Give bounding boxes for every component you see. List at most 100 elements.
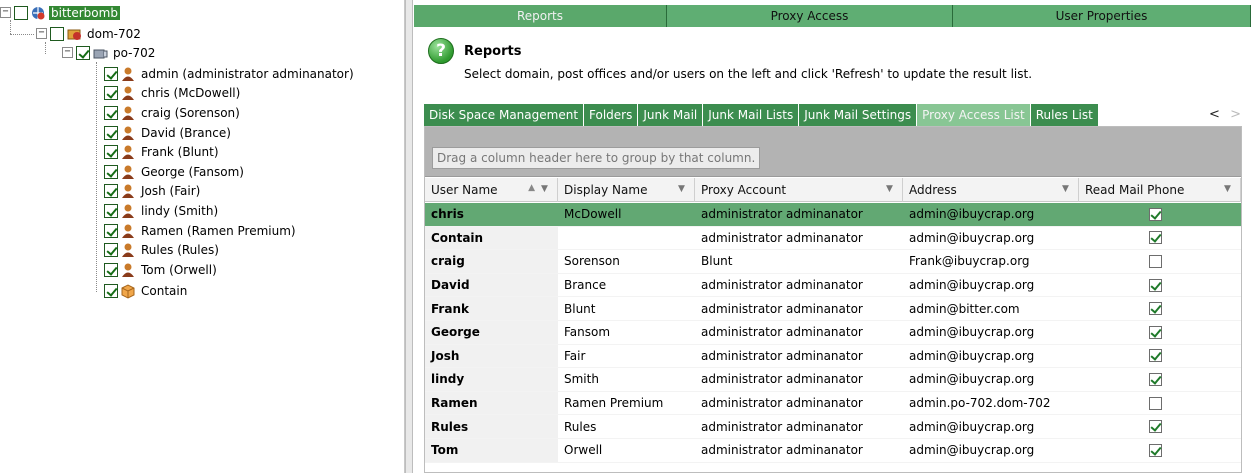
system-server-icon xyxy=(32,6,45,19)
cell-display-name: Orwell xyxy=(564,443,603,458)
tab-user-properties[interactable]: User Properties xyxy=(953,5,1251,27)
collapse-toggle[interactable]: − xyxy=(62,47,73,58)
tree-checkbox[interactable] xyxy=(104,183,118,198)
pane-splitter[interactable] xyxy=(405,0,413,473)
tree-checkbox[interactable] xyxy=(104,144,118,159)
table-row[interactable]: Frank Blunt administrator adminanator ad… xyxy=(425,297,1241,321)
tree-node-user[interactable]: David (Brance) xyxy=(104,123,233,142)
table-row[interactable]: chris McDowell administrator adminanator… xyxy=(425,203,1241,227)
cell-address: admin@bitter.com xyxy=(909,301,1020,316)
tree-checkbox[interactable] xyxy=(104,85,118,100)
tree-checkbox[interactable] xyxy=(104,125,118,140)
cell-user-name: Ramen xyxy=(425,391,558,415)
tree-checkbox[interactable] xyxy=(76,45,90,60)
table-row[interactable]: Rules Rules administrator adminanator ad… xyxy=(425,415,1241,439)
column-header-display-name[interactable]: Display Name ▼ xyxy=(558,178,695,202)
tree-node-user[interactable]: Frank (Blunt) xyxy=(104,142,221,161)
cell-user-name: Rules xyxy=(425,415,558,438)
collapse-toggle[interactable]: − xyxy=(0,7,11,18)
collapse-toggle[interactable]: − xyxy=(36,28,47,39)
read-mail-phone-checkbox[interactable] xyxy=(1148,372,1162,386)
tree-checkbox[interactable] xyxy=(104,223,118,238)
cell-proxy-account: administrator adminanator xyxy=(701,207,863,222)
filter-icon[interactable]: ▼ xyxy=(678,184,688,194)
tree-node-resource[interactable]: Contain xyxy=(104,281,189,300)
filter-icon[interactable]: ▼ xyxy=(1062,184,1072,194)
tab-junk-mail[interactable]: Junk Mail xyxy=(638,104,704,126)
tab-folders[interactable]: Folders xyxy=(584,104,639,126)
tab-disk-space-management[interactable]: Disk Space Management xyxy=(424,104,585,126)
tree-node-bitterbomb[interactable]: − bitterbomb xyxy=(0,3,120,22)
tab-reports[interactable]: Reports xyxy=(414,5,667,27)
read-mail-phone-checkbox[interactable] xyxy=(1148,278,1162,292)
tree-node-domain[interactable]: − dom-702 xyxy=(36,24,143,43)
tree-checkbox[interactable] xyxy=(104,242,118,257)
tab-proxy-access[interactable]: Proxy Access xyxy=(667,5,953,27)
tree-node-label: David (Brance) xyxy=(141,125,231,140)
tree-checkbox[interactable] xyxy=(104,164,118,179)
column-header-address[interactable]: Address ▼ xyxy=(903,178,1079,202)
column-header-read-mail-phone[interactable]: Read Mail Phone ▼ xyxy=(1079,178,1241,202)
tab-junk-mail-lists[interactable]: Junk Mail Lists xyxy=(703,104,800,126)
group-by-panel[interactable]: Drag a column header here to group by th… xyxy=(425,127,1241,177)
read-mail-phone-checkbox[interactable] xyxy=(1148,231,1162,245)
cell-display-name: Smith xyxy=(564,372,599,387)
read-mail-phone-checkbox[interactable] xyxy=(1148,443,1162,457)
tree-node-user[interactable]: Josh (Fair) xyxy=(104,181,202,200)
filter-icon[interactable]: ▼ xyxy=(541,184,551,194)
tree-node-label: po-702 xyxy=(113,45,156,60)
tree-checkbox[interactable] xyxy=(104,283,118,298)
tree-line xyxy=(10,20,11,34)
filter-icon[interactable]: ▼ xyxy=(1224,184,1234,194)
tree-node-label: George (Fansom) xyxy=(141,164,244,179)
read-mail-phone-checkbox[interactable] xyxy=(1148,254,1162,268)
tree-node-label: Tom (Orwell) xyxy=(141,262,217,277)
tree-node-user[interactable]: Tom (Orwell) xyxy=(104,260,219,279)
tree-node-user[interactable]: chris (McDowell) xyxy=(104,83,242,102)
column-header-user-name[interactable]: User Name ▲ ▼ xyxy=(425,178,558,202)
tree-node-user[interactable]: George (Fansom) xyxy=(104,162,246,181)
table-row[interactable]: Josh Fair administrator adminanator admi… xyxy=(425,344,1241,369)
cell-address: admin@ibuycrap.org xyxy=(909,419,1035,434)
table-row[interactable]: Ramen Ramen Premium administrator admina… xyxy=(425,391,1241,416)
tree-checkbox[interactable] xyxy=(104,105,118,120)
scroll-right-icon[interactable]: > xyxy=(1230,107,1241,122)
tab-proxy-access-list[interactable]: Proxy Access List xyxy=(917,104,1031,126)
table-row[interactable]: lindy Smith administrator adminanator ad… xyxy=(425,368,1241,392)
read-mail-phone-checkbox[interactable] xyxy=(1148,302,1162,316)
tree-node-postoffice[interactable]: − po-702 xyxy=(62,43,157,62)
read-mail-phone-checkbox[interactable] xyxy=(1148,396,1162,410)
read-mail-phone-checkbox[interactable] xyxy=(1148,207,1162,221)
cell-address: admin@ibuycrap.org xyxy=(909,230,1035,245)
tree-node-user[interactable]: admin (administrator adminanator) xyxy=(104,64,356,83)
tree-checkbox[interactable] xyxy=(14,5,28,20)
column-header-proxy-account[interactable]: Proxy Account ▼ xyxy=(695,178,903,202)
tree-checkbox[interactable] xyxy=(104,66,118,81)
tree-node-user[interactable]: craig (Sorenson) xyxy=(104,103,242,122)
tab-rules-list[interactable]: Rules List xyxy=(1030,104,1099,126)
tree-checkbox[interactable] xyxy=(50,26,64,41)
tree-node-user[interactable]: Ramen (Ramen Premium) xyxy=(104,221,298,240)
tree-checkbox[interactable] xyxy=(104,262,118,277)
cell-proxy-account: administrator adminanator xyxy=(701,443,863,458)
column-label: Address xyxy=(909,183,957,197)
page-description: Select domain, post offices and/or users… xyxy=(464,67,1033,81)
tab-junk-mail-settings[interactable]: Junk Mail Settings xyxy=(799,104,918,126)
read-mail-phone-checkbox[interactable] xyxy=(1148,349,1162,363)
read-mail-phone-checkbox[interactable] xyxy=(1148,325,1162,339)
table-row[interactable]: Contain administrator adminanator admin@… xyxy=(425,226,1241,251)
table-row[interactable]: David Brance administrator adminanator a… xyxy=(425,273,1241,298)
scroll-left-icon[interactable]: < xyxy=(1209,107,1220,122)
tree-node-user[interactable]: Rules (Rules) xyxy=(104,240,221,259)
tree-node-user[interactable]: lindy (Smith) xyxy=(104,201,220,220)
filter-icon[interactable]: ▼ xyxy=(886,184,896,194)
tree-checkbox[interactable] xyxy=(104,203,118,218)
read-mail-phone-checkbox[interactable] xyxy=(1148,420,1162,434)
cell-display-name: Ramen Premium xyxy=(564,396,664,411)
user-icon xyxy=(122,263,134,277)
table-row[interactable]: Tom Orwell administrator adminanator adm… xyxy=(425,438,1241,463)
user-icon xyxy=(122,204,134,218)
table-row[interactable]: craig Sorenson Blunt Frank@ibuycrap.org xyxy=(425,250,1241,274)
cell-user-name: Frank xyxy=(425,297,558,320)
table-row[interactable]: George Fansom administrator adminanator … xyxy=(425,320,1241,345)
